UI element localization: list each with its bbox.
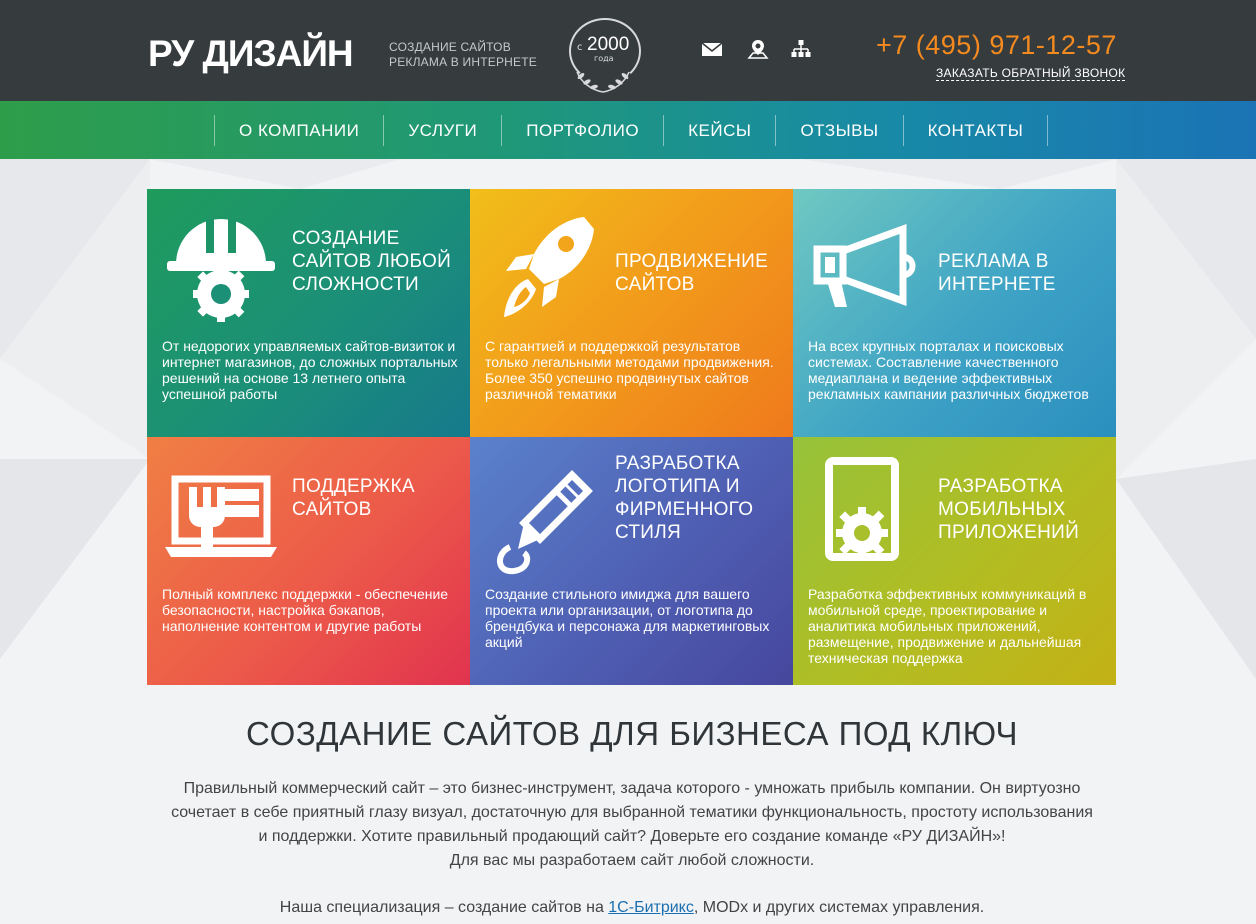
tile-title: СОЗДАНИЕ САЙТОВ ЛЮБОЙ СЛОЖНОСТИ	[292, 227, 462, 296]
tile-title: РАЗРАБОТКА МОБИЛЬНЫХ ПРИЛОЖЕНИЙ	[938, 475, 1108, 544]
tile-title-line: ЛОГОТИПА И	[615, 476, 740, 497]
tile-title-line: РАЗРАБОТКА	[938, 476, 1063, 497]
tile-description: Полный комплекс поддержки - обеспечение …	[162, 586, 449, 634]
since-prefix: с	[577, 42, 583, 53]
tile-title-line: РЕКЛАМА В	[938, 251, 1049, 272]
tile-title-line: ПОДДЕРЖКА	[292, 476, 415, 497]
laurel-icon	[576, 71, 630, 93]
tagline: СОЗДАНИЕ САЙТОВ РЕКЛАМА В ИНТЕРНЕТЕ	[389, 40, 537, 70]
bitrix-link[interactable]: 1С-Битрикс	[608, 899, 694, 916]
nav-item-portfolio[interactable]: ПОРТФОЛИО	[501, 115, 663, 146]
since-badge: с 2000 года	[563, 12, 647, 96]
intro-paragraph: Правильный коммерческий сайт – это бизне…	[168, 777, 1096, 873]
service-tile-mobile[interactable]: РАЗРАБОТКА МОБИЛЬНЫХ ПРИЛОЖЕНИЙ Разработ…	[793, 437, 1116, 685]
nav-item-services[interactable]: УСЛУГИ	[383, 115, 501, 146]
service-tile-branding[interactable]: РАЗРАБОТКА ЛОГОТИПА И ФИРМЕННОГО СТИЛЯ С…	[470, 437, 793, 685]
intro-text-2: Для вас мы разработаем сайт любой сложно…	[449, 852, 815, 869]
tile-title: ПРОДВИЖЕНИЕ САЙТОВ	[615, 250, 785, 296]
helmet-gear-icon	[167, 219, 275, 322]
laptop-wrench-icon	[165, 475, 277, 557]
spec-suffix: , MODx и других системах управления.	[693, 899, 985, 916]
service-tile-promotion[interactable]: ПРОДВИЖЕНИЕ САЙТОВ С гарантией и поддерж…	[470, 189, 793, 437]
header: РУ ДИЗАЙН СОЗДАНИЕ САЙТОВ РЕКЛАМА В ИНТЕ…	[0, 0, 1256, 101]
tile-title-line: ИНТЕРНЕТЕ	[938, 274, 1056, 295]
tagline-line-2: РЕКЛАМА В ИНТЕРНЕТЕ	[389, 55, 537, 69]
tile-title-line: ПРОДВИЖЕНИЕ	[615, 251, 769, 272]
rocket-icon	[504, 217, 594, 317]
service-tile-support[interactable]: ПОДДЕРЖКА САЙТОВ Полный комплекс поддерж…	[147, 437, 470, 685]
megaphone-icon	[813, 223, 916, 307]
page-heading: СОЗДАНИЕ САЙТОВ ДЛЯ БИЗНЕСА ПОД КЛЮЧ	[246, 715, 1018, 752]
tile-title-line: СОЗДАНИЕ	[292, 228, 400, 249]
main-nav: О КОМПАНИИ УСЛУГИ ПОРТФОЛИО КЕЙСЫ ОТЗЫВЫ…	[0, 101, 1256, 159]
tile-description: Создание стильного имиджа для вашего про…	[485, 586, 770, 650]
nav-list: О КОМПАНИИ УСЛУГИ ПОРТФОЛИО КЕЙСЫ ОТЗЫВЫ…	[214, 115, 1049, 146]
service-tile-websites[interactable]: СОЗДАНИЕ САЙТОВ ЛЮБОЙ СЛОЖНОСТИ От недор…	[147, 189, 470, 437]
tile-description: От недорогих управляемых сайтов-визиток …	[162, 338, 458, 402]
spec-prefix: Наша специализация – создание сайтов на	[279, 899, 609, 916]
phone-gear-icon	[825, 457, 899, 561]
tile-title: РАЗРАБОТКА ЛОГОТИПА И ФИРМЕННОГО СТИЛЯ	[615, 452, 785, 544]
nav-item-cases[interactable]: КЕЙСЫ	[663, 115, 775, 146]
sitemap-icon[interactable]	[790, 38, 812, 60]
nav-item-contacts[interactable]: КОНТАКТЫ	[902, 115, 1049, 146]
callback-link[interactable]: ЗАКАЗАТЬ ОБРАТНЫЙ ЗВОНОК	[936, 66, 1126, 81]
tile-title-line: СЛОЖНОСТИ	[292, 274, 420, 295]
nav-item-reviews[interactable]: ОТЗЫВЫ	[775, 115, 902, 146]
phone-number[interactable]: +7 (495) 971-12-57	[876, 30, 1117, 61]
pen-icon	[497, 470, 593, 575]
tile-title-line: САЙТОВ ЛЮБОЙ	[292, 251, 452, 272]
specialization-paragraph: Наша специализация – создание сайтов на …	[168, 896, 1096, 920]
tile-title: ПОДДЕРЖКА САЙТОВ	[292, 475, 462, 521]
tagline-line-1: СОЗДАНИЕ САЙТОВ	[389, 40, 511, 54]
tile-description: Разработка эффективных коммуникаций в мо…	[808, 586, 1087, 666]
service-tile-advertising[interactable]: РЕКЛАМА В ИНТЕРНЕТЕ На всех крупных порт…	[793, 189, 1116, 437]
tile-title-line: СТИЛЯ	[615, 522, 682, 543]
nav-item-about[interactable]: О КОМПАНИИ	[214, 115, 383, 146]
since-year: 2000	[587, 34, 630, 55]
tile-title-line: ФИРМЕННОГО	[615, 499, 754, 520]
since-suffix: года	[594, 54, 614, 63]
tile-title-line: МОБИЛЬНЫХ	[938, 499, 1066, 520]
intro-text: Правильный коммерческий сайт – это бизне…	[171, 780, 1093, 845]
site-logo[interactable]: РУ ДИЗАЙН	[148, 34, 354, 74]
tile-description: На всех крупных порталах и поисковых сис…	[808, 338, 1089, 402]
tile-title-line: РАЗРАБОТКА	[615, 453, 740, 474]
tile-description: С гарантией и поддержкой результатов тол…	[485, 338, 774, 402]
tile-title: РЕКЛАМА В ИНТЕРНЕТЕ	[938, 250, 1108, 296]
tile-title-line: САЙТОВ	[292, 499, 372, 520]
tile-title-line: САЙТОВ	[615, 274, 695, 295]
mail-icon[interactable]	[701, 38, 723, 60]
tile-title-line: ПРИЛОЖЕНИЙ	[938, 522, 1080, 543]
location-icon[interactable]	[747, 38, 769, 60]
